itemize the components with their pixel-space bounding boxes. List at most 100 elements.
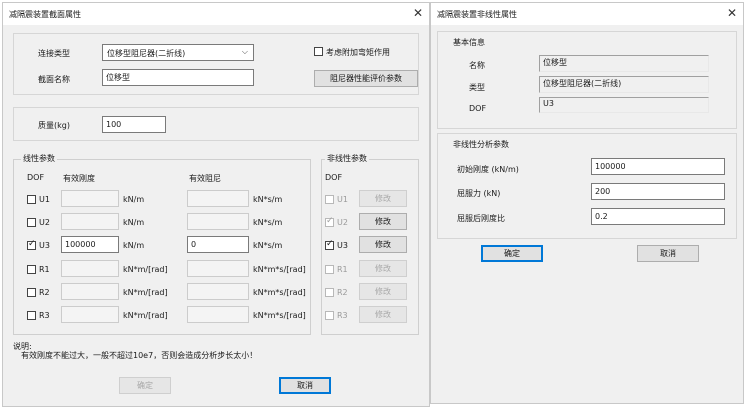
init-stiffness-input[interactable]: 100000 bbox=[591, 158, 725, 175]
stiffness-input-u3[interactable]: 100000 bbox=[61, 236, 119, 253]
link-type-select[interactable]: 位移型阻尼器(二折线) ⌵ bbox=[102, 44, 254, 61]
damping-unit-u3: kN*s/m bbox=[253, 241, 283, 250]
edit-button-u2[interactable]: 修改 bbox=[359, 213, 407, 230]
dof-label: DOF bbox=[469, 104, 487, 113]
name-value: 位移型 bbox=[539, 55, 709, 72]
damping-unit-r2: kN*m*s/[rad] bbox=[253, 288, 306, 297]
ok-button[interactable]: 确定 bbox=[119, 377, 171, 394]
section-name-label: 截面名称 bbox=[38, 75, 70, 84]
damping-unit-r1: kN*m*s/[rad] bbox=[253, 265, 306, 274]
chevron-down-icon: ⌵ bbox=[241, 47, 248, 56]
cancel-button[interactable]: 取消 bbox=[279, 377, 331, 394]
damping-unit-u2: kN*s/m bbox=[253, 218, 283, 227]
post-yield-ratio-label: 屈服后刚度比 bbox=[457, 214, 505, 223]
eff-damping-header: 有效阻尼 bbox=[189, 174, 221, 183]
nl-analysis-title: 非线性分析参数 bbox=[451, 139, 511, 150]
damping-input-r3[interactable] bbox=[187, 306, 249, 323]
stiffness-unit-r1: kN*m/[rad] bbox=[123, 265, 168, 274]
nl-dof-label-u3: U3 bbox=[337, 241, 348, 250]
nl-dof-label-r3: R3 bbox=[337, 311, 348, 320]
nl-dof-label-u2: U2 bbox=[337, 218, 348, 227]
dof-checkbox-u3[interactable] bbox=[27, 239, 36, 250]
stiffness-unit-u2: kN/m bbox=[123, 218, 145, 227]
linear-params-title: 线性参数 bbox=[21, 153, 57, 164]
nonlinear-dof-header: DOF bbox=[325, 173, 343, 182]
ok-button[interactable]: 确定 bbox=[481, 245, 543, 262]
eff-stiffness-header: 有效刚度 bbox=[63, 174, 95, 183]
nl-dof-label-r2: R2 bbox=[337, 288, 348, 297]
stiffness-unit-u3: kN/m bbox=[123, 241, 145, 250]
mass-label: 质量(kg) bbox=[38, 121, 70, 130]
post-yield-ratio-input[interactable]: 0.2 bbox=[591, 208, 725, 225]
mass-input[interactable]: 100 bbox=[102, 116, 166, 133]
nl-checkbox-u2[interactable] bbox=[325, 216, 334, 227]
dof-label-r2: R2 bbox=[39, 288, 50, 297]
stiffness-input-r1[interactable] bbox=[61, 260, 119, 277]
dof-checkbox-u2[interactable] bbox=[27, 218, 36, 227]
stiffness-input-u2[interactable] bbox=[61, 213, 119, 230]
yield-force-label: 屈服力 (kN) bbox=[457, 189, 501, 198]
dof-checkbox-r3[interactable] bbox=[27, 311, 36, 320]
name-label: 名称 bbox=[469, 61, 485, 70]
section-name-input[interactable]: 位移型 bbox=[102, 69, 254, 86]
link-type-value: 位移型阻尼器(二折线) bbox=[107, 49, 186, 58]
dof-checkbox-r1[interactable] bbox=[27, 265, 36, 274]
damping-input-u2[interactable] bbox=[187, 213, 249, 230]
stiffness-input-r2[interactable] bbox=[61, 283, 119, 300]
dof-label-u1: U1 bbox=[39, 195, 50, 204]
dialog-title: 减隔震装置非线性属性 bbox=[437, 10, 517, 19]
damping-input-r2[interactable] bbox=[187, 283, 249, 300]
edit-button-u1[interactable]: 修改 bbox=[359, 190, 407, 207]
nl-checkbox-r3[interactable] bbox=[325, 311, 334, 320]
mass-panel: 质量(kg) 100 bbox=[13, 107, 419, 141]
dof-checkbox-r2[interactable] bbox=[27, 288, 36, 297]
dof-checkbox-u1[interactable] bbox=[27, 195, 36, 204]
basic-info-title: 基本信息 bbox=[451, 37, 487, 48]
dof-value: U3 bbox=[539, 97, 709, 113]
title-bar: 减隔震装置截面属性 ✕ bbox=[3, 3, 429, 25]
edit-button-r3[interactable]: 修改 bbox=[359, 306, 407, 323]
extra-moment-checkbox[interactable] bbox=[314, 47, 323, 56]
edit-button-r2[interactable]: 修改 bbox=[359, 283, 407, 300]
note-text: 有效刚度不能过大，一般不超过10e7，否则会造成分析步长太小！ bbox=[21, 351, 258, 360]
dof-label-u3: U3 bbox=[39, 241, 50, 250]
type-value: 位移型阻尼器(二折线) bbox=[539, 76, 709, 93]
nl-dof-label-u1: U1 bbox=[337, 195, 348, 204]
edit-button-u3[interactable]: 修改 bbox=[359, 236, 407, 253]
stiffness-unit-r3: kN*m/[rad] bbox=[123, 311, 168, 320]
dof-label-r3: R3 bbox=[39, 311, 50, 320]
close-icon[interactable]: ✕ bbox=[413, 6, 423, 20]
edit-button-r1[interactable]: 修改 bbox=[359, 260, 407, 277]
nl-checkbox-r1[interactable] bbox=[325, 265, 334, 274]
nl-checkbox-u1[interactable] bbox=[325, 195, 334, 204]
title-bar: 减隔震装置非线性属性 ✕ bbox=[431, 3, 743, 25]
stiffness-input-u1[interactable] bbox=[61, 190, 119, 207]
yield-force-input[interactable]: 200 bbox=[591, 183, 725, 200]
extra-moment-label: 考虑附加弯矩作用 bbox=[326, 48, 390, 57]
nonlinear-properties-dialog: 减隔震装置非线性属性 ✕ 基本信息 名称 位移型 类型 位移型阻尼器(二折线) … bbox=[430, 2, 744, 404]
stiffness-input-r3[interactable] bbox=[61, 306, 119, 323]
damping-input-u3[interactable]: 0 bbox=[187, 236, 249, 253]
dof-label-r1: R1 bbox=[39, 265, 50, 274]
section-properties-dialog: 减隔震装置截面属性 ✕ 连接类型 位移型阻尼器(二折线) ⌵ 考虑附加弯矩作用 … bbox=[2, 2, 430, 407]
type-label: 类型 bbox=[469, 83, 485, 92]
nl-checkbox-r2[interactable] bbox=[325, 288, 334, 297]
nl-checkbox-u3[interactable] bbox=[325, 239, 334, 250]
stiffness-unit-r2: kN*m/[rad] bbox=[123, 288, 168, 297]
damping-unit-r3: kN*m*s/[rad] bbox=[253, 311, 306, 320]
damping-input-u1[interactable] bbox=[187, 190, 249, 207]
basic-panel: 连接类型 位移型阻尼器(二折线) ⌵ 考虑附加弯矩作用 截面名称 位移型 阻尼器… bbox=[13, 33, 419, 95]
damper-eval-button[interactable]: 阻尼器性能评价参数 bbox=[314, 70, 418, 87]
nonlinear-params-title: 非线性参数 bbox=[325, 153, 369, 164]
stiffness-unit-u1: kN/m bbox=[123, 195, 145, 204]
dialog-title: 减隔震装置截面属性 bbox=[9, 10, 81, 19]
init-stiffness-label: 初始刚度 (kN/m) bbox=[457, 165, 519, 174]
close-icon[interactable]: ✕ bbox=[727, 6, 737, 20]
cancel-button[interactable]: 取消 bbox=[637, 245, 699, 262]
link-type-label: 连接类型 bbox=[38, 49, 70, 58]
dof-header: DOF bbox=[27, 173, 45, 182]
nl-dof-label-r1: R1 bbox=[337, 265, 348, 274]
dof-label-u2: U2 bbox=[39, 218, 50, 227]
damping-input-r1[interactable] bbox=[187, 260, 249, 277]
damping-unit-u1: kN*s/m bbox=[253, 195, 283, 204]
